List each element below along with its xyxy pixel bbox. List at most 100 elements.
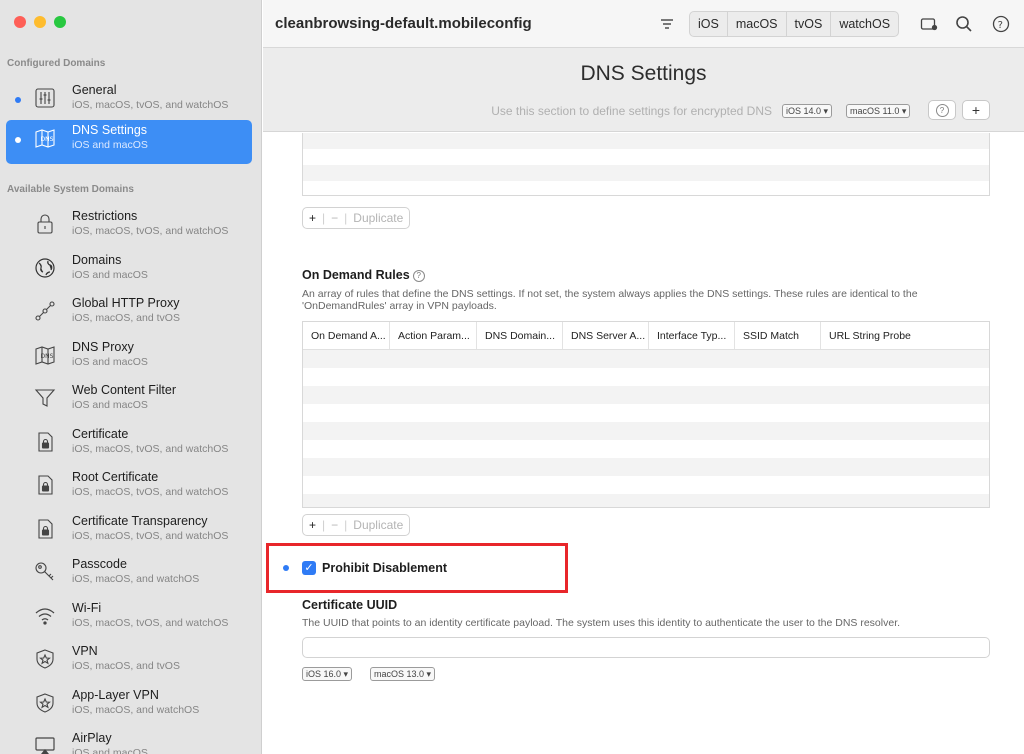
column-header[interactable]: SSID Match [735, 322, 821, 349]
sidebar-item-platforms: iOS, macOS, tvOS, and watchOS [72, 225, 229, 237]
svg-text:?: ? [998, 20, 1003, 31]
funnel-icon [33, 386, 57, 410]
minimize-window-button[interactable] [34, 16, 46, 28]
remove-row-button[interactable]: − [325, 211, 344, 225]
macos-version-badge[interactable]: macOS 13.0 ▾ [370, 667, 436, 681]
duplicate-row-button[interactable]: Duplicate [347, 518, 409, 532]
sidebar-item-dns-settings[interactable]: DNS DNS Settings iOS and macOS [6, 120, 252, 164]
sidebar-item-certificate-transparency[interactable]: Certificate Transparency iOS, macOS, tvOS… [0, 511, 261, 554]
question-icon[interactable]: ? [412, 269, 425, 282]
dns-map-icon: DNS [33, 343, 57, 367]
column-header[interactable]: DNS Server A... [563, 322, 649, 349]
sidebar-item-airplay[interactable]: AirPlay iOS and macOS [0, 728, 261, 754]
table-row[interactable] [303, 458, 989, 476]
window-controls [14, 16, 66, 28]
sidebar-item-label: Passcode [72, 557, 127, 571]
configured-dot [283, 565, 289, 571]
help-icon[interactable]: ? [990, 13, 1012, 35]
close-window-button[interactable] [14, 16, 26, 28]
key-icon [33, 560, 57, 584]
on-demand-rules-table: On Demand A... Action Param... DNS Domai… [302, 321, 990, 508]
toolbar: cleanbrowsing-default.mobileconfig iOS m… [263, 0, 1024, 48]
on-demand-rules-description: An array of rules that define the DNS se… [302, 288, 918, 312]
sidebar-item-label: General [72, 83, 117, 97]
sliders-icon [33, 86, 57, 110]
table-row[interactable] [303, 368, 989, 386]
configured-domains-label: Configured Domains [7, 58, 106, 69]
column-header[interactable]: URL String Probe [821, 322, 989, 349]
shield-icon [33, 691, 57, 715]
table-row[interactable] [303, 422, 989, 440]
sidebar-item-web-content-filter[interactable]: Web Content Filter iOS and macOS [0, 380, 261, 423]
platform-tvos-button[interactable]: tvOS [787, 12, 832, 36]
sidebar-item-label: App-Layer VPN [72, 687, 159, 702]
sidebar-item-wi-fi[interactable]: Wi-Fi iOS, macOS, tvOS, and watchOS [0, 598, 261, 641]
table-row[interactable] [303, 149, 989, 165]
prohibit-disablement-checkbox[interactable]: ✓ [302, 561, 316, 575]
content-area: + | − | Duplicate On Demand Rules? An arra… [263, 133, 1024, 754]
section-help-button[interactable]: ? [928, 100, 956, 120]
remove-row-button[interactable]: − [325, 518, 344, 532]
duplicate-row-button[interactable]: Duplicate [347, 211, 409, 225]
sidebar-item-label: Certificate [72, 426, 129, 441]
column-header[interactable]: DNS Domain... [477, 322, 563, 349]
certificate-icon [33, 430, 57, 454]
platform-ios-button[interactable]: iOS [690, 12, 728, 36]
page-title: DNS Settings [580, 62, 707, 85]
ios-version-badge[interactable]: iOS 14.0 ▾ [782, 104, 833, 118]
sidebar-item-vpn[interactable]: VPN iOS, macOS, and tvOS [0, 641, 261, 684]
sidebar-item-app-layer-vpn[interactable]: App-Layer VPN iOS, macOS, and watchOS [0, 685, 261, 728]
zoom-window-button[interactable] [54, 16, 66, 28]
table-row[interactable] [303, 386, 989, 404]
add-section-button[interactable]: + [962, 100, 990, 120]
table-row[interactable] [303, 181, 989, 195]
table-row[interactable] [303, 494, 989, 507]
wifi-icon [33, 604, 57, 628]
sidebar-item-restrictions[interactable]: Restrictions iOS, macOS, tvOS, and watchO… [0, 206, 261, 249]
globe-icon [33, 256, 57, 280]
certificate-icon [33, 517, 57, 541]
sidebar-item-root-certificate[interactable]: Root Certificate iOS, macOS, tvOS, and wa… [0, 467, 261, 510]
table-row[interactable] [303, 350, 989, 368]
sidebar-item-domains[interactable]: Domains iOS and macOS [0, 250, 261, 293]
dns-map-icon: DNS [33, 126, 57, 150]
table-row[interactable] [303, 476, 989, 494]
sidebar-item-global-http-proxy[interactable]: Global HTTP Proxy iOS, macOS, and tvOS [0, 293, 261, 336]
platform-filter: iOS macOS tvOS watchOS [689, 11, 900, 37]
table-controls: + | − | Duplicate [302, 514, 411, 536]
search-icon[interactable] [953, 13, 975, 35]
sidebar-item-platforms: iOS, macOS, and tvOS [72, 312, 180, 324]
filter-list-icon[interactable] [656, 13, 678, 35]
svg-text:DNS: DNS [41, 353, 54, 360]
table-row[interactable] [303, 133, 989, 149]
sidebar-item-platforms: iOS, macOS, and watchOS [72, 573, 200, 585]
sidebar-item-certificate[interactable]: Certificate iOS, macOS, tvOS, and watchOS [0, 424, 261, 467]
column-header[interactable]: Action Param... [390, 322, 477, 349]
airplay-icon [33, 734, 57, 754]
sidebar-item-platforms: iOS and macOS [72, 399, 148, 411]
sidebar-item-label: DNS Proxy [72, 339, 134, 354]
platform-macos-button[interactable]: macOS [728, 12, 787, 36]
sidebar-item-general[interactable]: General iOS, macOS, tvOS, and watchOS [0, 80, 261, 123]
document-title: cleanbrowsing-default.mobileconfig [275, 15, 532, 32]
table-row[interactable] [303, 404, 989, 422]
sidebar-item-platforms: iOS, macOS, tvOS, and watchOS [72, 99, 229, 111]
macos-version-badge[interactable]: macOS 11.0 ▾ [846, 104, 911, 118]
sidebar-item-label: Global HTTP Proxy [72, 296, 180, 310]
servers-table [302, 133, 990, 196]
platform-watchos-button[interactable]: watchOS [831, 12, 898, 36]
certificate-uuid-input[interactable] [302, 637, 990, 658]
add-row-button[interactable]: + [303, 211, 322, 225]
table-row[interactable] [303, 440, 989, 458]
sidebar-item-dns-proxy[interactable]: DNS DNS Proxy iOS and macOS [0, 337, 261, 380]
sidebar-item-passcode[interactable]: Passcode iOS, macOS, and watchOS [0, 554, 261, 597]
ios-version-badge[interactable]: iOS 16.0 ▾ [302, 667, 353, 681]
page-subtitle: Use this section to define settings for … [491, 104, 772, 118]
sidebar-item-label: VPN [72, 644, 98, 658]
add-row-button[interactable]: + [303, 518, 322, 532]
table-row[interactable] [303, 165, 989, 181]
preview-icon[interactable] [918, 13, 940, 35]
sidebar-item-platforms: iOS, macOS, tvOS, and watchOS [72, 616, 229, 629]
column-header[interactable]: On Demand A... [303, 322, 390, 349]
column-header[interactable]: Interface Typ... [649, 322, 735, 349]
